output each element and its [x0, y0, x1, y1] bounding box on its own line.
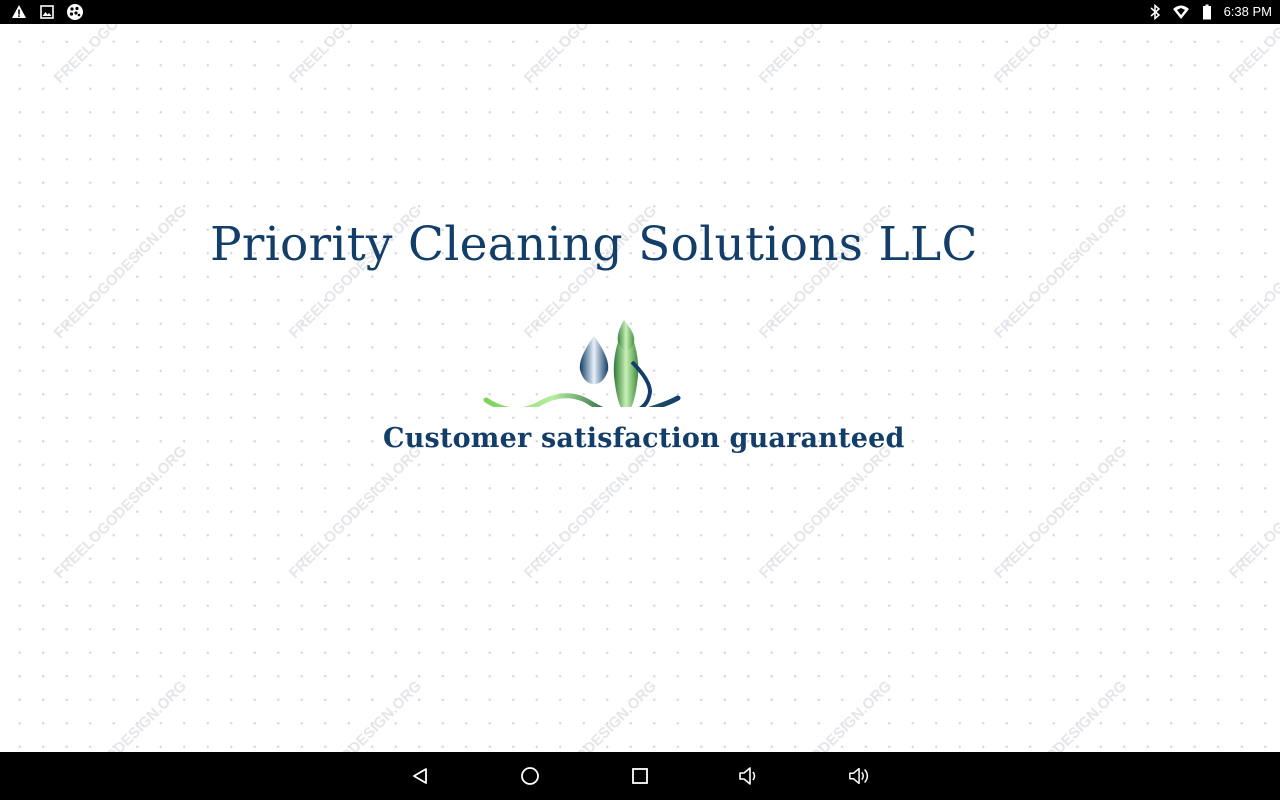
back-button[interactable]: [408, 764, 432, 788]
clock: 6:38 PM: [1223, 4, 1272, 19]
watermark-text: FREELOGODESIGN.ORG: [991, 443, 1130, 582]
gallery-icon: [38, 3, 56, 21]
logo-screen: FREELOGODESIGN.ORG FREELOGODESIGN.ORG FREE…: [0, 24, 1280, 752]
warning-icon: [10, 3, 28, 21]
tagline: Customer satisfaction guaranteed: [383, 423, 905, 454]
battery-icon: [1198, 3, 1216, 21]
watermark-text: FREELOGODESIGN.ORG: [756, 678, 895, 752]
watermark-text: FREELOGODESIGN.ORG: [51, 443, 190, 582]
watermark-text: FREELOGODESIGN.ORG: [991, 678, 1130, 752]
watermark-text: FREELOGODESIGN.ORG: [1226, 443, 1280, 582]
volume-up-button[interactable]: [848, 764, 872, 788]
watermark-text: FREELOGODESIGN.ORG: [756, 443, 895, 582]
droplet-logo-icon: [483, 320, 681, 407]
watermark-text: FREELOGODESIGN.ORG: [756, 24, 895, 87]
watermark-text: FREELOGODESIGN.ORG: [521, 443, 660, 582]
home-button[interactable]: [518, 764, 542, 788]
watermark-text: FREELOGODESIGN.ORG: [51, 24, 190, 87]
company-name: Priority Cleaning Solutions LLC: [210, 217, 978, 272]
watermark-text: FREELOGODESIGN.ORG: [521, 678, 660, 752]
notification-app-icon: [66, 3, 84, 21]
watermark-text: FREELOGODESIGN.ORG: [991, 24, 1130, 87]
watermark-text: FREELOGODESIGN.ORG: [286, 443, 425, 582]
back-icon: [413, 768, 427, 784]
status-bar: 6:38 PM: [0, 0, 1280, 24]
recents-icon: [632, 768, 648, 784]
volume-down-button[interactable]: [738, 764, 762, 788]
home-icon: [521, 767, 539, 785]
watermark-text: FREELOGODESIGN.ORG: [1226, 678, 1280, 752]
watermark-text: FREELOGODESIGN.ORG: [51, 203, 190, 342]
watermark-text: FREELOGODESIGN.ORG: [1226, 24, 1280, 87]
volume-down-icon: [739, 767, 756, 785]
watermark-text: FREELOGODESIGN.ORG: [286, 24, 425, 87]
watermark-text: FREELOGODESIGN.ORG: [51, 678, 190, 752]
watermark-text: FREELOGODESIGN.ORG: [286, 678, 425, 752]
navigation-bar: [0, 752, 1280, 800]
bluetooth-icon: [1146, 3, 1164, 21]
watermark-text: FREELOGODESIGN.ORG: [521, 24, 660, 87]
recents-button[interactable]: [628, 764, 652, 788]
volume-up-icon: [849, 767, 869, 785]
wifi-icon: [1172, 3, 1190, 21]
watermark-text: FREELOGODESIGN.ORG: [1226, 203, 1280, 342]
